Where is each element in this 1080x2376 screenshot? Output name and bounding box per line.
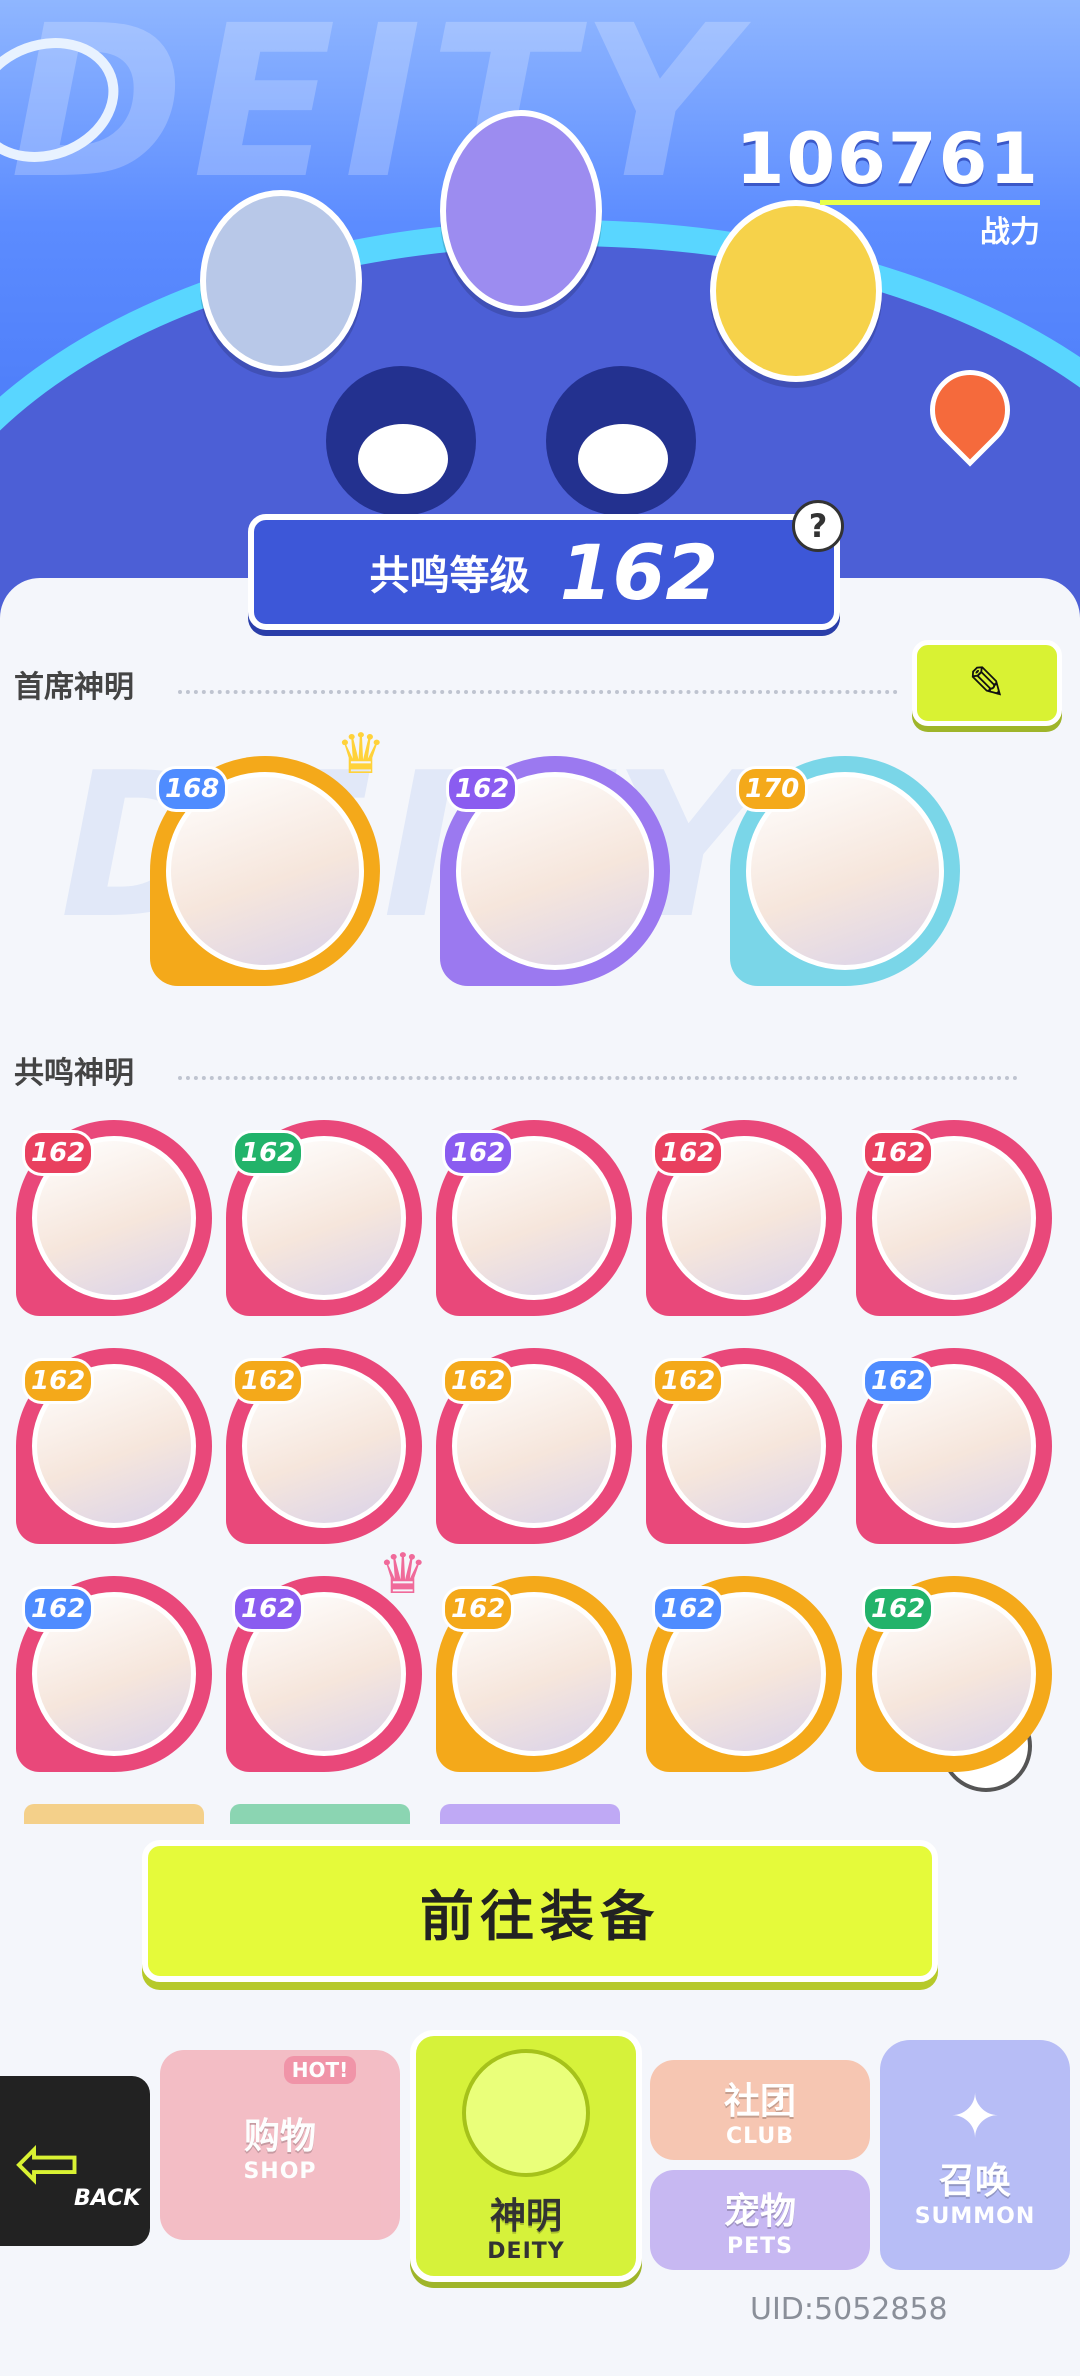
edit-pencil-icon[interactable]: ✎	[912, 640, 1062, 726]
deity-portrait[interactable]: 162	[436, 1348, 632, 1544]
nav-shop-label: 购物	[243, 2115, 316, 2157]
nav-shop-sub: SHOP	[243, 2158, 317, 2184]
deity-level-badge: 162	[862, 1130, 935, 1176]
deity-portrait[interactable]: 170	[730, 756, 960, 986]
deity-level-badge: 162	[862, 1358, 935, 1404]
deity-portrait[interactable]: 162	[646, 1120, 842, 1316]
nav-summon-label: 召唤	[938, 2160, 1011, 2202]
nav-deity-sub: DEITY	[487, 2238, 565, 2264]
combat-power-underline	[820, 200, 1040, 205]
nav-club[interactable]: 社团 CLUB	[650, 2060, 870, 2160]
deity-level-badge: 162	[652, 1586, 725, 1632]
nav-shop[interactable]: HOT! 购物 SHOP	[160, 2050, 400, 2240]
resonance-level-banner: 共鸣等级 162	[248, 514, 840, 630]
featured-divider	[178, 690, 898, 694]
deity-portrait[interactable]: 162 ♛	[226, 1542, 428, 1772]
deity-portrait[interactable]: 168 ♛	[150, 722, 386, 986]
crown-icon: ♛	[377, 1542, 428, 1607]
deity-level-badge: 162	[22, 1130, 95, 1176]
deity-avatar-icon	[462, 2048, 590, 2177]
deity-level-badge: 162	[862, 1586, 935, 1632]
hero-character-left[interactable]	[200, 190, 362, 372]
resonance-deity-title: 共鸣神明	[14, 1056, 134, 1091]
planet-eye-left	[326, 366, 476, 516]
nav-deity-label: 神明	[489, 2195, 562, 2237]
deity-portrait[interactable]: 162	[226, 1120, 422, 1316]
combat-power: 106761 战力	[736, 118, 1040, 251]
resonance-divider	[178, 1076, 1018, 1080]
planet-eye-right	[546, 366, 696, 516]
nav-pets[interactable]: 宠物 PETS	[650, 2170, 870, 2270]
resonance-level-value: 162	[559, 527, 719, 617]
deity-level-badge: 162	[22, 1586, 95, 1632]
deity-level-badge: 162	[442, 1130, 515, 1176]
deity-level-badge: 170	[736, 766, 809, 812]
resonance-level-label: 共鸣等级	[369, 553, 530, 599]
deity-level-badge: 162	[652, 1358, 725, 1404]
deity-portrait[interactable]: 162	[226, 1348, 422, 1544]
deity-level-badge: 162	[232, 1358, 305, 1404]
combat-power-value: 106761	[735, 118, 1040, 200]
back-label: BACK	[74, 2186, 141, 2211]
deity-portrait[interactable]: 162	[436, 1576, 632, 1772]
crown-icon: ♛	[335, 722, 386, 787]
nav-pets-sub: PETS	[726, 2233, 793, 2259]
deity-portrait[interactable]: 162	[440, 756, 670, 986]
deity-level-badge: 162	[232, 1586, 305, 1632]
deity-level-badge: 162	[22, 1358, 95, 1404]
back-button[interactable]: ⇦ BACK	[0, 2076, 150, 2246]
deity-portrait[interactable]: 162	[856, 1348, 1052, 1544]
deity-portrait[interactable]: 162	[646, 1576, 842, 1772]
nav-pets-label: 宠物	[723, 2190, 796, 2232]
partial-row-item	[24, 1804, 204, 1824]
deity-portrait[interactable]: 162	[436, 1120, 632, 1316]
deity-level-badge: 168	[156, 766, 229, 812]
deity-watermark: DEITY	[10, 0, 742, 225]
partial-row-item	[230, 1804, 410, 1824]
deity-portrait[interactable]: 162	[646, 1348, 842, 1544]
nav-summon[interactable]: ✦ 召唤 SUMMON	[880, 2040, 1070, 2270]
combat-power-label: 战力	[980, 215, 1040, 250]
deity-level-badge: 162	[442, 1358, 515, 1404]
deity-portrait[interactable]: 162	[16, 1576, 212, 1772]
hero-character-center[interactable]	[440, 110, 602, 312]
shop-hot-badge: HOT!	[283, 2056, 357, 2084]
nav-summon-sub: SUMMON	[914, 2203, 1036, 2229]
nav-club-label: 社团	[723, 2080, 796, 2122]
nav-club-sub: CLUB	[725, 2123, 794, 2149]
deity-level-badge: 162	[446, 766, 519, 812]
go-equip-button[interactable]: 前往装备	[142, 1840, 938, 1982]
deity-portrait[interactable]: 162	[856, 1120, 1052, 1316]
nav-deity[interactable]: 神明 DEITY	[410, 2030, 642, 2282]
deity-portrait[interactable]: 162	[856, 1576, 1052, 1772]
deity-level-badge: 162	[652, 1130, 725, 1176]
deity-level-badge: 162	[232, 1130, 305, 1176]
back-arrow-icon: ⇦	[14, 2116, 82, 2209]
deity-level-badge: 162	[442, 1586, 515, 1632]
deity-portrait[interactable]: 162	[16, 1348, 212, 1544]
partial-row-item	[440, 1804, 620, 1824]
help-icon[interactable]: ?	[792, 500, 844, 552]
user-id: UID:5052858	[750, 2292, 948, 2327]
featured-deity-title: 首席神明	[14, 670, 134, 705]
summon-star-icon: ✦	[949, 2081, 1001, 2152]
deity-portrait[interactable]: 162	[16, 1120, 212, 1316]
